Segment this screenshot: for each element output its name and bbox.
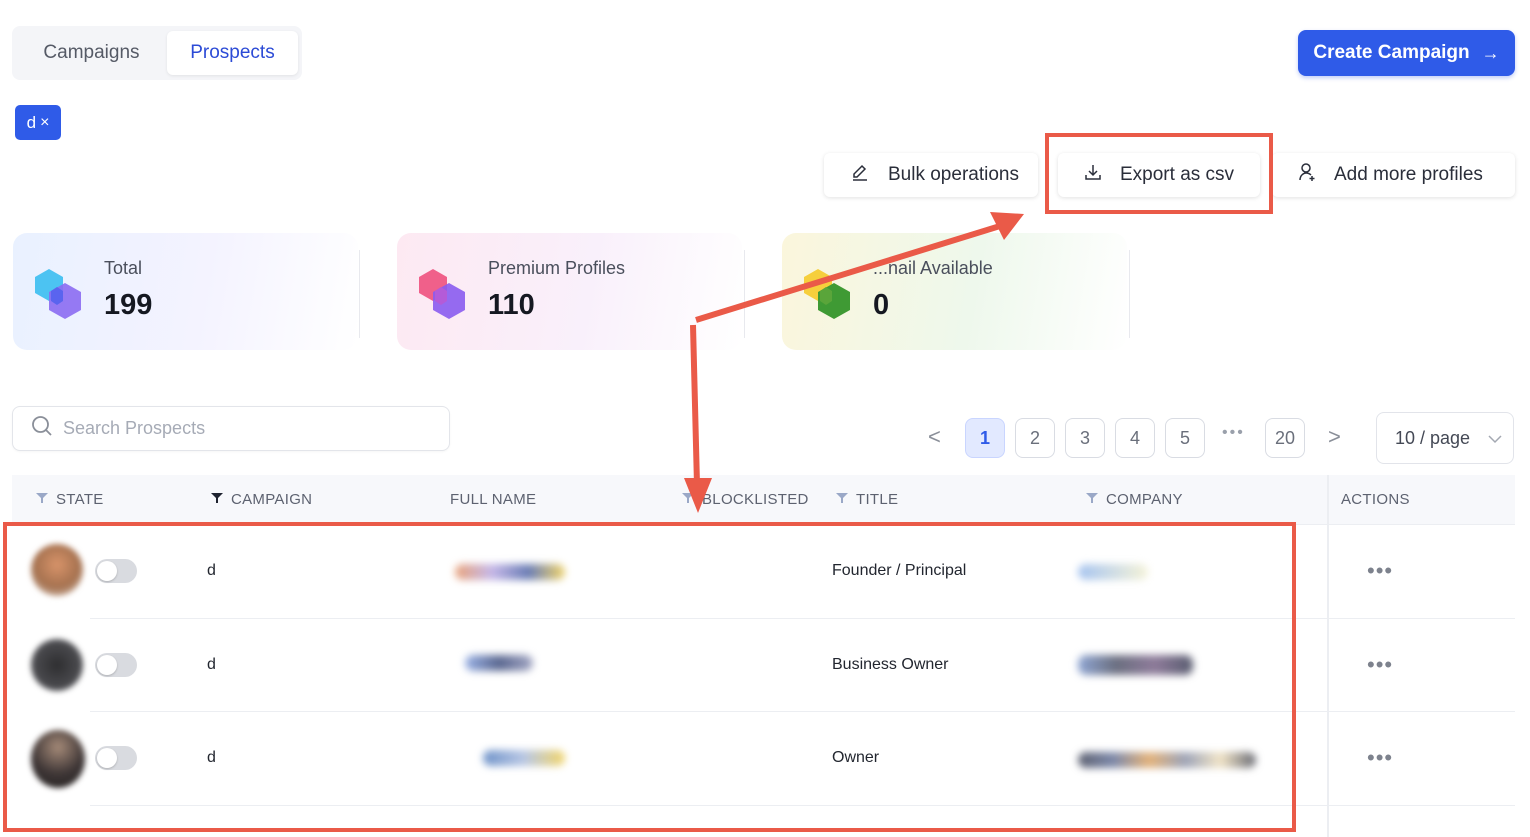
- blocklisted-column-header[interactable]: BLOCKLISTED: [682, 491, 809, 508]
- search-placeholder: Search Prospects: [63, 418, 206, 438]
- arrow-right-icon: →: [1481, 42, 1500, 63]
- page-3-button[interactable]: 3: [1065, 418, 1105, 458]
- card-divider: [1129, 250, 1130, 338]
- next-page-button[interactable]: >: [1328, 424, 1341, 450]
- page-20-button[interactable]: 20: [1265, 418, 1305, 458]
- title-header-label: TITLE: [856, 491, 899, 508]
- rows-highlight-box: [3, 522, 1296, 832]
- page-5-button[interactable]: 5: [1165, 418, 1205, 458]
- page-2-button[interactable]: 2: [1015, 418, 1055, 458]
- filter-icon[interactable]: [36, 491, 48, 508]
- campaign-column-header[interactable]: CAMPAIGN: [211, 491, 312, 508]
- tab-prospects[interactable]: Prospects: [166, 31, 298, 75]
- hexagon-icon: [804, 267, 854, 324]
- state-column-header[interactable]: STATE: [36, 491, 104, 508]
- actions-column-header: ACTIONS: [1341, 491, 1410, 508]
- filter-icon[interactable]: [211, 491, 223, 508]
- tab-campaigns[interactable]: Campaigns: [16, 31, 167, 75]
- edit-icon: [850, 162, 870, 188]
- title-column-header[interactable]: TITLE: [836, 491, 898, 508]
- filter-icon[interactable]: [1086, 491, 1098, 508]
- full-name-header-label: FULL NAME: [450, 491, 537, 508]
- page-size-value: 10 / page: [1395, 427, 1471, 448]
- premium-profiles-label: Premium Profiles: [488, 258, 626, 278]
- create-campaign-label: Create Campaign: [1313, 42, 1470, 63]
- full-name-column-header: FULL NAME: [450, 491, 536, 508]
- view-tabs: Campaigns Prospects: [12, 26, 302, 80]
- hexagon-icon: [419, 267, 469, 324]
- filter-icon[interactable]: [836, 491, 848, 508]
- prev-page-button[interactable]: <: [928, 424, 941, 450]
- row-actions-button[interactable]: •••: [1367, 558, 1393, 584]
- hexagon-icon: [35, 267, 85, 324]
- card-divider: [744, 250, 745, 338]
- search-icon: [31, 415, 53, 442]
- add-more-profiles-button[interactable]: Add more profiles: [1272, 153, 1515, 197]
- page-4-button[interactable]: 4: [1115, 418, 1155, 458]
- bulk-operations-button[interactable]: Bulk operations: [824, 153, 1038, 197]
- table-header: STATE CAMPAIGN FULL NAME BLOCKLISTED TIT…: [12, 475, 1515, 525]
- company-column-header[interactable]: COMPANY: [1086, 491, 1183, 508]
- company-header-label: COMPANY: [1106, 491, 1183, 508]
- campaign-filter-chip[interactable]: d ×: [15, 105, 61, 140]
- chevron-down-icon: [1488, 428, 1502, 449]
- email-available-stat-card: ...nail Available 0: [782, 233, 1127, 350]
- email-available-value: 0: [873, 289, 890, 321]
- state-header-label: STATE: [56, 491, 104, 508]
- close-icon[interactable]: ×: [40, 114, 49, 132]
- premium-profiles-stat-card: Premium Profiles 110: [397, 233, 742, 350]
- actions-header-label: ACTIONS: [1341, 491, 1410, 508]
- card-divider: [359, 250, 360, 338]
- add-more-profiles-label: Add more profiles: [1334, 164, 1483, 185]
- chip-label: d: [26, 112, 37, 132]
- export-highlight-box: [1045, 133, 1273, 214]
- search-input[interactable]: Search Prospects: [12, 406, 450, 451]
- total-label: Total: [104, 258, 143, 278]
- campaign-header-label: CAMPAIGN: [231, 491, 313, 508]
- add-user-icon: [1298, 162, 1316, 188]
- page-1-button[interactable]: 1: [965, 418, 1005, 458]
- page-size-select[interactable]: 10 / page: [1376, 412, 1514, 464]
- email-available-label: ...nail Available: [873, 258, 993, 278]
- total-stat-card: Total 199: [13, 233, 358, 350]
- blocklisted-header-label: BLOCKLISTED: [702, 491, 809, 508]
- row-actions-button[interactable]: •••: [1367, 652, 1393, 678]
- create-campaign-button[interactable]: Create Campaign →: [1298, 30, 1515, 76]
- pagination-ellipsis[interactable]: •••: [1222, 424, 1245, 442]
- bulk-operations-label: Bulk operations: [888, 164, 1019, 185]
- filter-icon[interactable]: [682, 491, 694, 508]
- row-actions-button[interactable]: •••: [1367, 745, 1393, 771]
- total-value: 199: [104, 289, 153, 321]
- premium-profiles-value: 110: [488, 289, 535, 321]
